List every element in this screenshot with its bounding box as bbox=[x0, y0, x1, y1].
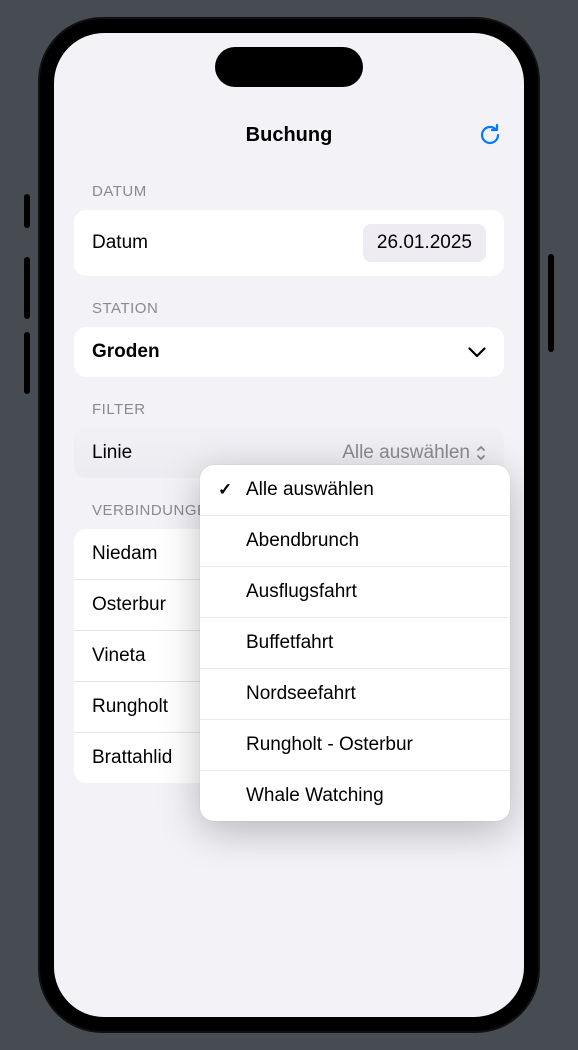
dropdown-option[interactable]: Abendbrunch bbox=[200, 516, 510, 567]
up-down-icon bbox=[476, 445, 486, 461]
dropdown-option[interactable]: Whale Watching bbox=[200, 771, 510, 821]
phone-side-buttons-left bbox=[24, 194, 30, 394]
refresh-button[interactable] bbox=[478, 123, 502, 147]
datum-label: DATUM bbox=[74, 183, 504, 200]
app-content: Buchung DATUM Datum 26.01.2025 STATION bbox=[54, 33, 524, 1017]
station-section: STATION Groden bbox=[54, 300, 524, 377]
datum-value[interactable]: 26.01.2025 bbox=[363, 224, 486, 262]
station-field[interactable]: Groden bbox=[74, 327, 504, 377]
mute-switch bbox=[24, 194, 30, 228]
dynamic-island bbox=[215, 47, 363, 87]
station-label: STATION bbox=[74, 300, 504, 317]
dropdown-option[interactable]: Buffetfahrt bbox=[200, 618, 510, 669]
page-title: Buchung bbox=[246, 124, 333, 147]
phone-frame: Buchung DATUM Datum 26.01.2025 STATION bbox=[40, 19, 538, 1031]
datum-section: DATUM Datum 26.01.2025 bbox=[54, 183, 524, 276]
station-value: Groden bbox=[92, 341, 160, 363]
dropdown-option[interactable]: Ausflugsfahrt bbox=[200, 567, 510, 618]
dropdown-option[interactable]: Nordseefahrt bbox=[200, 669, 510, 720]
dropdown-option[interactable]: Alle auswählen bbox=[200, 465, 510, 516]
refresh-icon bbox=[479, 123, 501, 147]
filter-dropdown: Alle auswählen Abendbrunch Ausflugsfahrt… bbox=[200, 465, 510, 821]
datum-field-label: Datum bbox=[92, 232, 148, 254]
datum-field[interactable]: Datum 26.01.2025 bbox=[74, 210, 504, 276]
phone-power-button bbox=[548, 254, 554, 352]
volume-up-button bbox=[24, 257, 30, 319]
filter-field-label: Linie bbox=[92, 442, 132, 464]
chevron-down-icon bbox=[468, 347, 486, 358]
filter-label: FILTER bbox=[74, 401, 504, 418]
volume-down-button bbox=[24, 332, 30, 394]
filter-value: Alle auswählen bbox=[342, 442, 470, 464]
header: Buchung bbox=[54, 111, 524, 159]
filter-value-wrap: Alle auswählen bbox=[342, 442, 486, 464]
phone-screen: Buchung DATUM Datum 26.01.2025 STATION bbox=[54, 33, 524, 1017]
dropdown-option[interactable]: Rungholt - Osterbur bbox=[200, 720, 510, 771]
